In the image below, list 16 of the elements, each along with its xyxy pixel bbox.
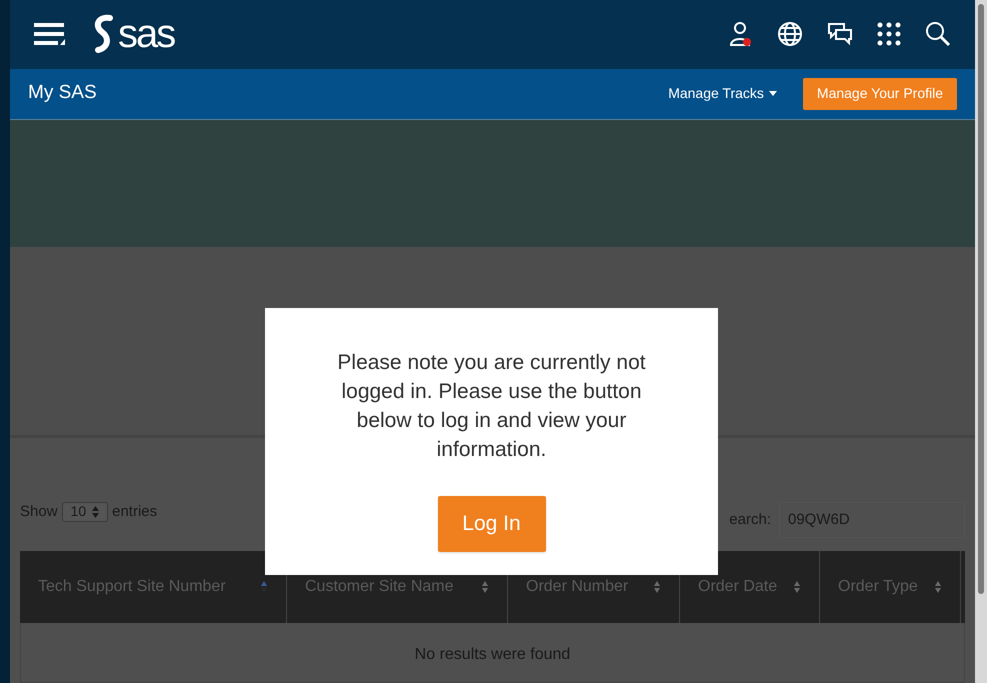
user-icon[interactable] [729,21,753,48]
page-size-select[interactable]: 10 [62,502,108,522]
globe-icon[interactable] [777,21,803,48]
manage-profile-button[interactable]: Manage Your Profile [802,78,957,110]
apps-grid-icon[interactable] [877,22,901,46]
logo[interactable]: sas [92,14,174,54]
select-arrows-icon [92,506,100,518]
manage-tracks-menu[interactable]: Manage Tracks [668,83,777,104]
login-button[interactable]: Log In [438,496,546,552]
page-title: My SAS [28,81,97,106]
column-header[interactable]: Order Type [820,550,961,623]
caret-icon [768,91,777,96]
chat-icon[interactable] [827,22,853,46]
search-icon[interactable] [925,21,951,48]
menu-icon[interactable] [34,21,66,48]
dialog-message: Please note you are currently not logged in. Please use the button below to log in and view your information. [336,350,647,463]
